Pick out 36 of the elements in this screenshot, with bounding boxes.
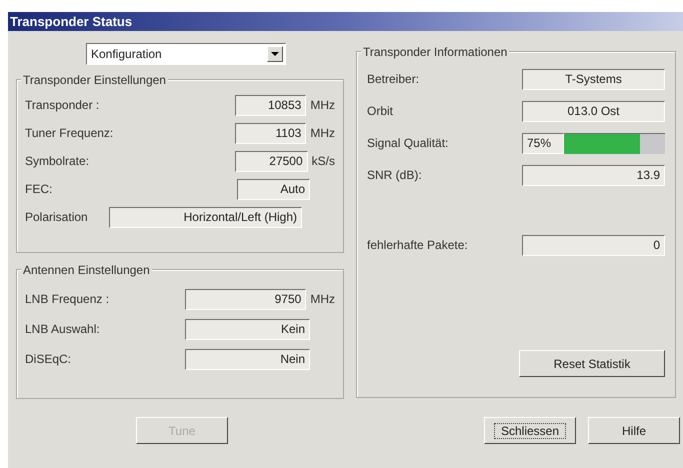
unit-label: MHz <box>310 291 335 308</box>
field-label: LNB Frequenz : <box>25 291 110 308</box>
field-label: Signal Qualität: <box>367 135 450 152</box>
value-field: 1103 <box>234 122 306 144</box>
value-field: 013.0 Ost <box>522 100 665 122</box>
field-label: SNR (dB): <box>367 167 423 184</box>
reset-statistics-button[interactable]: Reset Statistik <box>519 350 665 377</box>
field-label: Betreiber: <box>367 71 420 88</box>
value-field: Kein <box>185 318 310 340</box>
field-label: Symbolrate: <box>25 153 90 170</box>
value-field: Horizontal/Left (High) <box>109 206 302 228</box>
unit-label: kS/s <box>312 153 335 170</box>
value-field: Auto <box>237 178 310 200</box>
unit-label: MHz <box>310 97 335 114</box>
dropdown-value: Konfiguration <box>91 46 162 63</box>
field-label: Tuner Frequenz: <box>25 125 114 142</box>
field-label: FEC: <box>25 181 54 198</box>
dropdown[interactable]: Konfiguration <box>86 43 286 65</box>
unit-label: MHz <box>310 125 335 142</box>
dialog-button[interactable]: Schliessen <box>484 417 576 444</box>
field-label: DiSEqC: <box>25 351 72 368</box>
value-field: 9750 <box>185 288 306 310</box>
field-label: Orbit <box>367 103 394 120</box>
value-field: 27500 <box>235 150 308 172</box>
value-field: 0 <box>522 234 665 256</box>
value-field: T-Systems <box>522 68 665 90</box>
value-field: 13.9 <box>522 164 665 186</box>
percent-field: 75% <box>522 132 564 154</box>
field-label: fehlerhafte Pakete: <box>367 237 469 254</box>
field-label: Transponder : <box>25 97 100 114</box>
dialog-button[interactable]: Hilfe <box>588 417 680 444</box>
value-field: 10853 <box>234 94 306 116</box>
value-field: Nein <box>185 348 310 370</box>
field-label: Polarisation <box>25 209 89 226</box>
window-title: Transponder Status <box>10 12 132 31</box>
field-label: LNB Auswahl: <box>25 321 101 338</box>
